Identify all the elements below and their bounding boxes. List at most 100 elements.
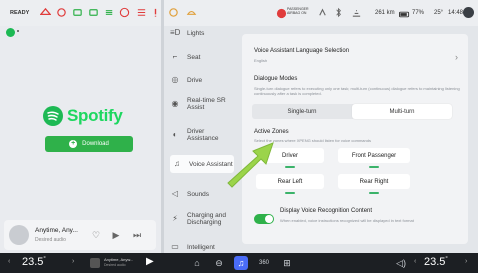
display-recognition-title: Display Voice Recognition Content (280, 208, 373, 214)
dialogue-mode-selector: Single-turn Multi-turn (252, 104, 452, 119)
car-warning-icon (39, 7, 52, 18)
zone-label: Front Passenger (351, 152, 397, 159)
driver-assist-icon: ◐ (172, 130, 178, 139)
airbag-status: PASSENGER AIRBAG ON (287, 7, 309, 15)
car-status-icon (186, 7, 197, 18)
sidebar-item-charging[interactable]: ⚡ Charging and Discharging (170, 212, 234, 226)
alert-icon (150, 7, 161, 18)
play-icon[interactable]: ▶ (110, 229, 122, 241)
sidebar-item-label: Charging and Discharging (187, 212, 227, 226)
dialogue-modes-desc: Single-turn dialogue refers to executing… (254, 86, 460, 96)
range-display: 261 km (375, 10, 395, 16)
zone-label: Rear Right (359, 178, 389, 185)
sidebar-item-label: Drive (187, 76, 203, 84)
temp-down-left-icon[interactable]: ‹ (8, 258, 10, 265)
sidebar-item-lights[interactable]: ≡D Lights (170, 28, 234, 38)
left-temperature[interactable]: 23.5° (22, 256, 46, 268)
active-zones-title: Active Zones (254, 129, 289, 135)
high-beam-icon (136, 7, 147, 18)
battery-icon (399, 9, 410, 18)
left-temp-unit: ° (43, 256, 46, 263)
download-button[interactable]: + Download (45, 136, 133, 152)
app-menu-icon[interactable] (17, 30, 19, 32)
status-bar: READY PASSENGER AIRBAG ON 261 km 77% 25°… (0, 0, 478, 26)
battery-percent: 77% (412, 10, 425, 16)
left-temp-value: 23.5 (22, 256, 44, 268)
spotify-app-icon[interactable] (6, 28, 15, 37)
track-title: Anytime, Any... (35, 227, 78, 234)
car-icon[interactable]: ⊖ (212, 256, 226, 270)
sidebar-item-label: Intelligent (187, 243, 215, 251)
single-turn-option[interactable]: Single-turn (252, 104, 352, 119)
apps-grid-icon[interactable]: ⊞ (280, 256, 294, 270)
toggle-knob (265, 215, 273, 223)
sidebar-item-drive[interactable]: ◎ Drive (170, 75, 234, 85)
sidebar-item-label: Real-time SR Assist (187, 97, 226, 111)
temp-up-left-icon[interactable]: › (72, 258, 74, 265)
album-art (9, 225, 29, 245)
camera-360-icon[interactable]: 360 (257, 256, 271, 270)
network-icon (351, 7, 362, 18)
mini-player: Anytime, Any... Desired audio ♡ ▶ ⏭ (4, 220, 156, 250)
download-icon: + (69, 140, 78, 148)
next-icon[interactable]: ⏭ (131, 229, 143, 241)
seat-icon: ⌐ (172, 52, 178, 61)
home-icon[interactable]: ⌂ (190, 256, 204, 270)
track-subtitle: Desired audio (35, 237, 66, 243)
heart-icon[interactable]: ♡ (90, 229, 102, 241)
language-value: English (254, 58, 268, 63)
power-icon (168, 7, 179, 18)
pointer-arrow-icon (227, 142, 274, 188)
charging-icon: ⚡ (172, 214, 178, 223)
ready-status: READY (10, 10, 30, 16)
media-art (90, 258, 100, 268)
zone-driver-indicator (285, 166, 295, 168)
intelligent-icon: ▭ (171, 242, 179, 251)
sr-assist-icon: ◉ (171, 99, 179, 108)
chevron-right-icon: › (455, 52, 458, 62)
headlight-icon (88, 7, 99, 18)
sidebar-item-label: Lights (187, 29, 205, 37)
zone-front-passenger-button[interactable]: Front Passenger (338, 148, 410, 163)
clock: 14:48 (448, 10, 464, 16)
zone-label: Driver (282, 152, 298, 159)
lights-icon: ≡D (170, 28, 181, 37)
airbag-line2: AIRBAG ON (287, 11, 307, 15)
fog-light-icon (104, 7, 115, 18)
sidebar-item-label: Seat (187, 53, 201, 61)
media-subtitle: Desired audio (104, 263, 126, 267)
steering-wheel-icon: ◎ (171, 75, 179, 84)
voice-icon: ♫ (174, 159, 180, 168)
parking-icon (119, 7, 130, 18)
signal-icon (317, 7, 328, 18)
display-recognition-desc: When enabled, voice instructions recogni… (280, 218, 414, 223)
zone-rear-right-indicator (369, 192, 379, 194)
bottom-bar: ‹ 23.5° › Anytime, Anyw... Desired audio… (0, 253, 478, 273)
right-temperature[interactable]: 23.5° (424, 256, 448, 268)
bluetooth-icon (333, 7, 344, 18)
sidebar-item-intelligent[interactable]: ▭ Intelligent (170, 242, 234, 252)
right-temp-unit: ° (445, 256, 448, 263)
sidebar-item-label: Sounds (187, 190, 210, 198)
settings-panel: ≡D Lights ⌐ Seat ◎ Drive ◉ Real-time SR … (164, 26, 478, 253)
left-panel: Spotify + Download Anytime, Any... Desir… (0, 26, 161, 253)
temp-up-right-icon[interactable]: › (465, 258, 467, 265)
spotify-logo: Spotify (43, 106, 123, 126)
language-title: Voice Assistant Language Selection (254, 48, 350, 54)
spotify-wordmark: Spotify (67, 106, 123, 125)
display-recognition-toggle[interactable] (254, 214, 274, 224)
volume-icon[interactable]: ◁) (394, 256, 408, 270)
sidebar-item-seat[interactable]: ⌐ Seat (170, 52, 234, 62)
zone-rear-right-button[interactable]: Rear Right (338, 174, 410, 189)
music-icon[interactable]: ♫ (234, 256, 248, 270)
zone-rear-left-indicator (285, 192, 295, 194)
media-title: Anytime, Anyw... (104, 257, 134, 262)
sidebar-item-sounds[interactable]: ◁ Sounds (170, 189, 234, 199)
multi-turn-option[interactable]: Multi-turn (352, 104, 452, 119)
sidebar-item-sr-assist[interactable]: ◉ Real-time SR Assist (170, 97, 234, 111)
profile-avatar[interactable] (463, 7, 474, 18)
zone-front-passenger-indicator (369, 166, 379, 168)
tire-pressure-icon (56, 7, 67, 18)
media-play-icon[interactable]: ▶ (146, 256, 154, 267)
temp-down-right-icon[interactable]: ‹ (414, 258, 416, 265)
